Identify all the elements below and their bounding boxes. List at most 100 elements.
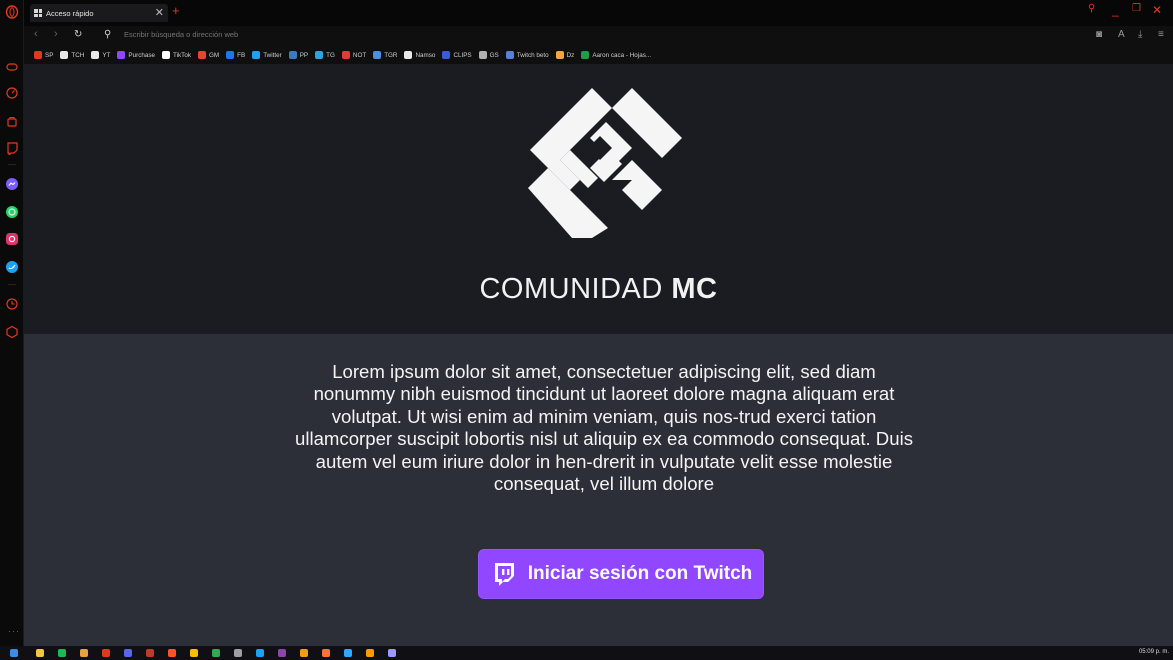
bookmark-item[interactable]: Aaron caca - Hojas...	[581, 51, 651, 59]
bookmark-item[interactable]: Twitter	[252, 51, 282, 59]
opera-menu-icon[interactable]	[5, 5, 19, 19]
close-tab-icon[interactable]: ✕	[155, 6, 164, 19]
opera-gx-icon[interactable]	[146, 649, 154, 657]
bookmark-favicon-icon	[373, 51, 382, 59]
bookmark-label: YT	[102, 51, 111, 59]
content-section: Lorem ipsum dolor sit amet, consectetuer…	[24, 334, 1173, 646]
brave-icon[interactable]	[168, 649, 176, 657]
twitter-sidebar-icon[interactable]	[5, 260, 19, 274]
bookmark-favicon-icon	[252, 51, 261, 59]
bookmark-favicon-icon	[555, 51, 564, 59]
web-page: COMUNIDAD MC Lorem ipsum dolor sit amet,…	[24, 64, 1173, 646]
bookmark-item[interactable]: NOT	[341, 51, 367, 59]
bookmark-item[interactable]: TikTok	[162, 51, 191, 59]
bookmark-label: Aaron caca - Hojas...	[592, 51, 652, 59]
translate-icon[interactable]: A	[1118, 29, 1125, 40]
bookmark-favicon-icon	[34, 51, 42, 59]
brand-title: COMUNIDAD MC	[24, 273, 1173, 306]
bag-icon[interactable]	[5, 114, 19, 128]
back-icon[interactable]: ‹	[34, 28, 38, 40]
firefox-icon[interactable]	[322, 649, 330, 657]
bookmark-label: Purchase	[128, 51, 156, 59]
bookmark-label: GS	[489, 51, 499, 59]
app-icon[interactable]	[278, 649, 286, 657]
bookmark-item[interactable]: Twitch beto	[505, 51, 549, 59]
twitch-login-label: Iniciar sesión con Twitch	[527, 563, 753, 584]
bookmarks-bar: SP TCH YT Purchase TikTok GM FB Twitter PP TG NOT T…	[24, 46, 1173, 64]
discord-icon[interactable]	[124, 649, 132, 657]
bookmark-item[interactable]: Namso	[404, 51, 435, 59]
more-icon[interactable]: ···	[8, 626, 20, 636]
tab-bar: Acceso rápido ✕ + ⚲ _ ❐ ✕	[24, 0, 1173, 26]
tab-title: Acceso rápido	[46, 8, 94, 18]
gamepad-icon[interactable]	[5, 60, 19, 74]
bookmark-item[interactable]: SP	[34, 51, 53, 59]
restore-icon[interactable]: ❐	[1132, 3, 1141, 14]
bookmark-favicon-icon	[505, 51, 514, 59]
twitch-sidebar-icon[interactable]	[5, 141, 19, 155]
minimize-icon[interactable]: _	[1112, 3, 1119, 17]
bookmark-favicon-icon	[117, 51, 126, 59]
bookmark-item[interactable]: PP	[288, 51, 309, 59]
brand-title-light: COMUNIDAD	[479, 273, 663, 305]
easy-setup-icon[interactable]: ≡	[1158, 29, 1164, 40]
app-icon[interactable]	[80, 649, 88, 657]
bookmark-item[interactable]: YT	[91, 51, 110, 59]
brand-title-bold: MC	[671, 273, 718, 305]
close-window-icon[interactable]: ✕	[1152, 3, 1162, 17]
premiere-icon[interactable]	[388, 649, 396, 657]
bookmark-label: PP	[299, 51, 309, 59]
bookmark-favicon-icon	[478, 51, 487, 59]
spotify-icon[interactable]	[58, 649, 66, 657]
messenger-icon[interactable]	[5, 177, 19, 191]
illustrator-icon[interactable]	[366, 649, 374, 657]
address-input[interactable]	[124, 30, 484, 39]
instagram-icon[interactable]	[5, 232, 19, 246]
bookmark-favicon-icon	[341, 51, 350, 59]
twitch-logo-icon	[494, 563, 514, 586]
search-icon: ⚲	[104, 29, 112, 40]
file-explorer-icon[interactable]	[36, 649, 44, 657]
bookmark-label: NOT	[352, 51, 367, 59]
bookmark-favicon-icon	[162, 51, 171, 59]
app-icon[interactable]	[212, 649, 220, 657]
chrome-icon[interactable]	[190, 649, 198, 657]
steam-icon[interactable]	[234, 649, 242, 657]
tab-speed-dial[interactable]: Acceso rápido ✕	[30, 4, 168, 22]
bookmark-label: FB	[237, 51, 246, 59]
address-bar: ‹ › ↻ ⚲ ◙ A ⤓ ≡	[24, 26, 1173, 46]
bookmark-item[interactable]: Dz	[555, 51, 574, 59]
snapshot-icon[interactable]: ◙	[1096, 29, 1102, 40]
photoshop-icon[interactable]	[344, 649, 352, 657]
app-icon[interactable]	[256, 649, 264, 657]
history-icon[interactable]	[5, 297, 19, 311]
sidebar-divider	[8, 284, 16, 285]
whatsapp-icon[interactable]	[5, 205, 19, 219]
bookmark-favicon-icon	[288, 51, 297, 59]
cube-icon[interactable]	[5, 325, 19, 339]
speedometer-icon[interactable]	[5, 86, 19, 100]
bookmark-item[interactable]: FB	[226, 51, 245, 59]
twitch-login-button[interactable]: Iniciar sesión con Twitch	[478, 549, 764, 599]
bookmark-label: Twitter	[263, 51, 282, 59]
bookmark-item[interactable]: TGR	[373, 51, 397, 59]
taskbar-clock: 05:09 p. m.	[1138, 649, 1169, 655]
bookmark-label: TikTok	[173, 51, 191, 59]
bookmark-item[interactable]: Purchase	[117, 51, 155, 59]
reload-icon[interactable]: ↻	[74, 29, 82, 40]
bookmark-item[interactable]: TCH	[60, 51, 84, 59]
app-icon[interactable]	[300, 649, 308, 657]
speed-dial-icon	[34, 9, 42, 17]
forward-icon[interactable]: ›	[54, 28, 58, 40]
windows-start-icon[interactable]	[10, 649, 18, 657]
bookmark-item[interactable]: GS	[478, 51, 499, 59]
download-icon[interactable]: ⤓	[1138, 29, 1142, 40]
search-tabs-icon[interactable]: ⚲	[1088, 3, 1095, 14]
hero-section: COMUNIDAD MC	[24, 64, 1173, 334]
bookmark-item[interactable]: TG	[315, 51, 335, 59]
bookmark-favicon-icon	[315, 51, 324, 59]
new-tab-icon[interactable]: +	[172, 3, 180, 18]
bookmark-item[interactable]: GM	[197, 51, 219, 59]
bookmark-item[interactable]: CLIPS	[442, 51, 472, 59]
app-icon[interactable]	[102, 649, 110, 657]
